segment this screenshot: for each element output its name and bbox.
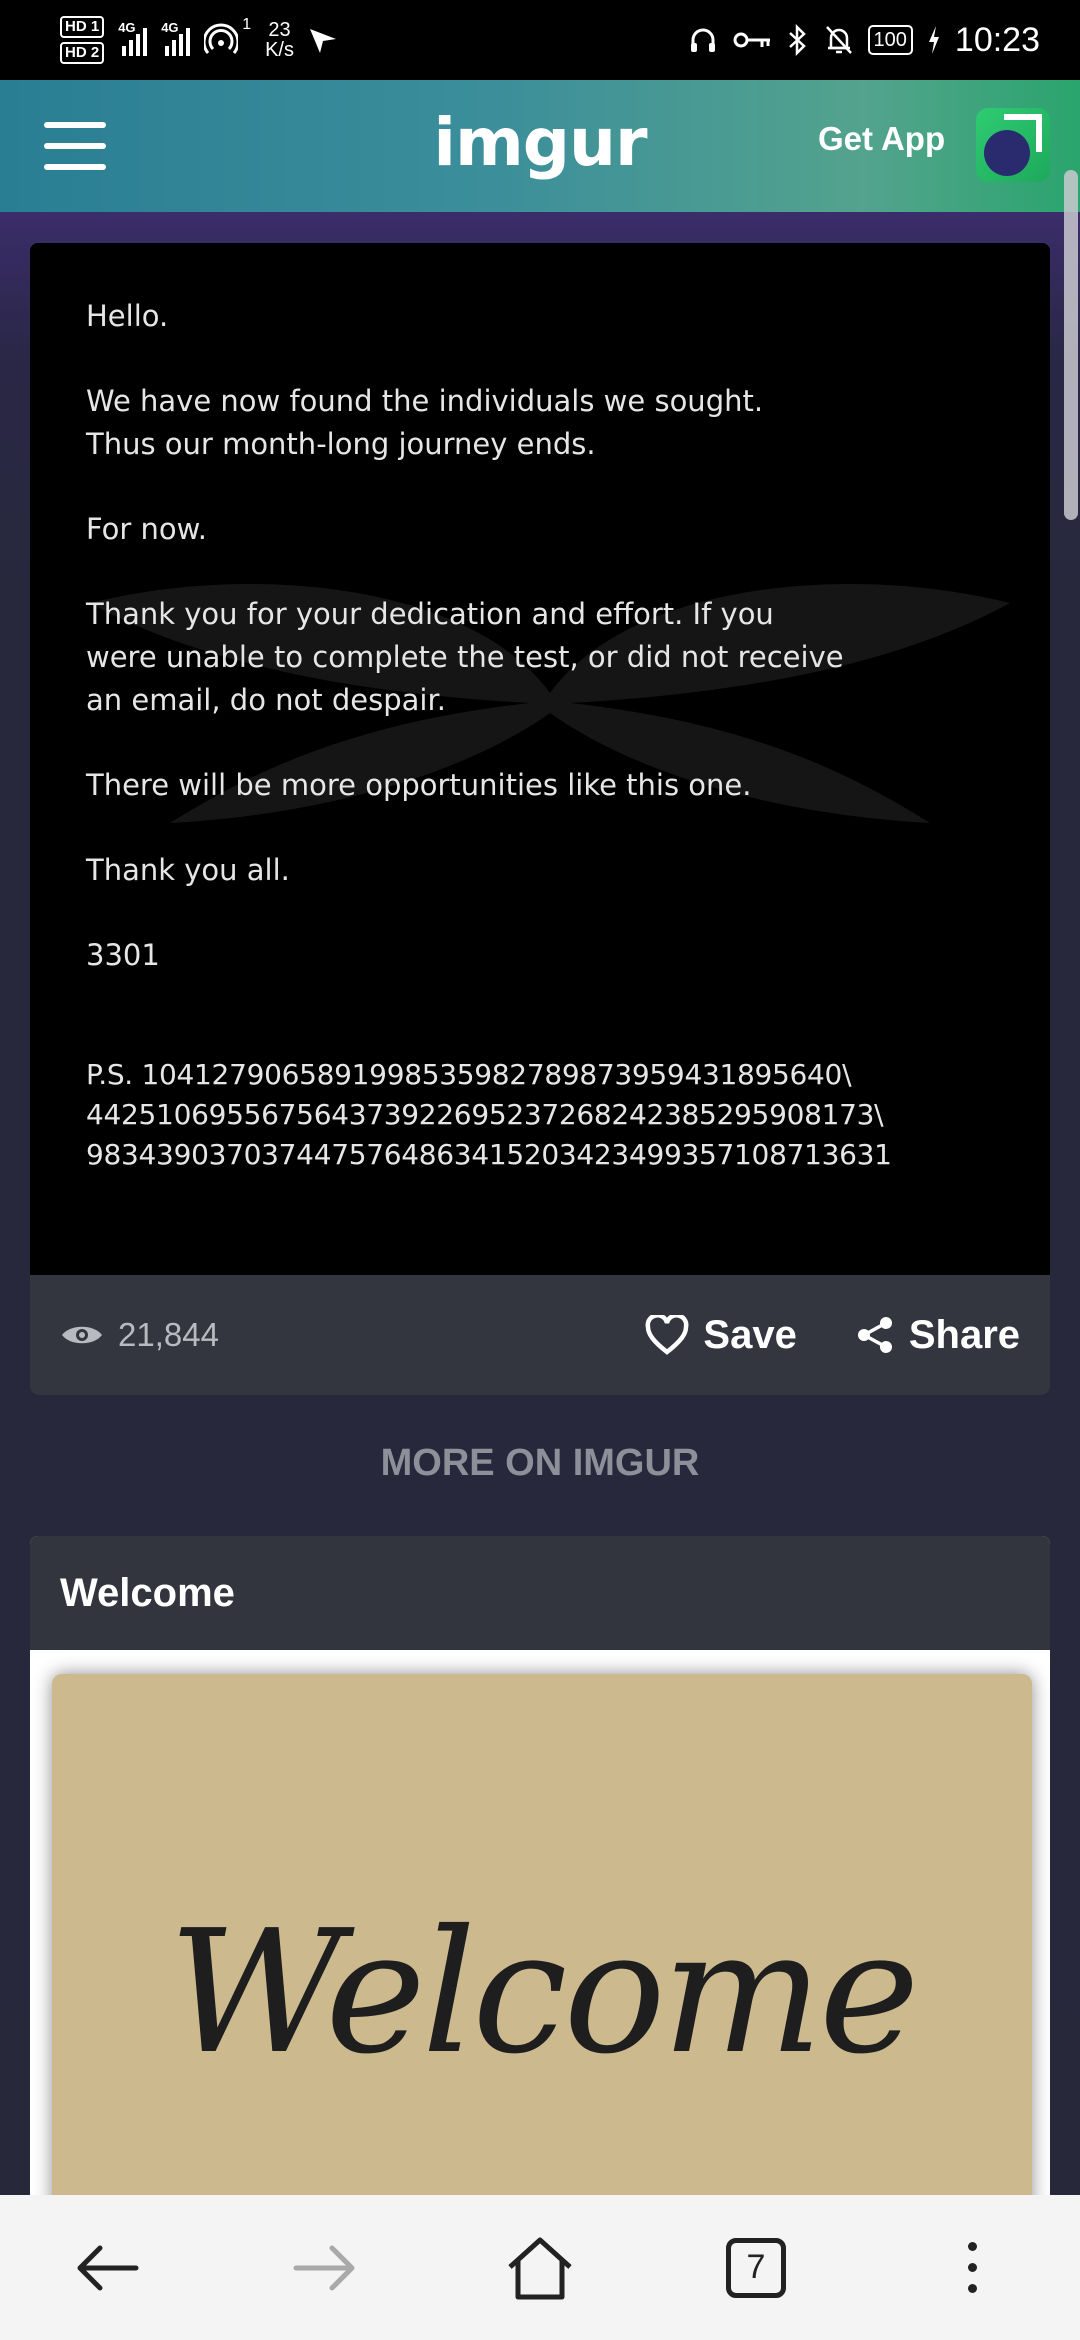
- hotspot-icon: [204, 23, 239, 54]
- letter-thanks: Thank you all.: [86, 853, 290, 887]
- home-button[interactable]: [480, 2208, 600, 2328]
- more-vertical-icon: [967, 2242, 977, 2293]
- app-bar: imgur Get App: [0, 80, 1080, 212]
- hotspot-count: 1: [242, 16, 252, 33]
- post-card: Hello. We have now found the individuals…: [30, 243, 1050, 1395]
- letter-paragraph-2: For now.: [86, 512, 207, 546]
- app-store-icon[interactable]: [976, 108, 1050, 182]
- headphones-icon: [690, 28, 715, 52]
- status-right: 100 10:23: [688, 21, 1040, 60]
- browser-bottom-nav: 7: [0, 2195, 1080, 2340]
- hd1-badge: HD 1: [60, 16, 105, 38]
- tabs-button[interactable]: 7: [696, 2208, 816, 2328]
- view-count-value: 21,844: [118, 1316, 219, 1353]
- letter-paragraph-3: Thank you for your dedication and effort…: [86, 597, 844, 717]
- signal-icon: 4G: [118, 20, 148, 56]
- heart-icon: [645, 1315, 689, 1355]
- forward-button[interactable]: [264, 2208, 384, 2328]
- bell-muted-icon: [825, 26, 852, 54]
- letter-signature: 3301: [86, 938, 160, 972]
- location-arrow-icon: [310, 29, 336, 53]
- letter-paragraph-1: We have now found the individuals we sou…: [86, 384, 764, 461]
- back-button[interactable]: [48, 2208, 168, 2328]
- bluetooth-icon: [788, 24, 806, 56]
- post-actions: Save Share: [645, 1313, 1020, 1358]
- more-on-imgur-heading: MORE ON IMGUR: [380, 1442, 700, 1484]
- forward-arrow-icon: [293, 2245, 355, 2290]
- status-left: HD 1 HD 2 4G 4G 1 23 K/s: [60, 16, 338, 64]
- scrollbar[interactable]: [1064, 170, 1078, 520]
- signal-icon-2: 4G: [161, 20, 191, 56]
- next-post-title: Welcome: [30, 1536, 1050, 1650]
- letter-postscript: P.S. 10412790658919985359827898739594318…: [86, 1058, 892, 1171]
- save-button[interactable]: Save: [645, 1312, 797, 1358]
- status-bar: HD 1 HD 2 4G 4G 1 23 K/s 100 10:23: [0, 0, 1080, 80]
- hd2-badge: HD 2: [60, 42, 105, 64]
- back-arrow-icon: [77, 2245, 139, 2290]
- battery-indicator: 100: [867, 25, 913, 55]
- post-footer: 21,844 Save Share: [30, 1275, 1050, 1395]
- doormat-text: Welcome: [168, 1894, 919, 2092]
- network-speed: 23 K/s: [265, 19, 294, 61]
- tab-count: 7: [726, 2237, 786, 2298]
- eye-icon: [62, 1326, 102, 1344]
- next-post-card[interactable]: Welcome Welcome: [30, 1536, 1050, 2200]
- charging-icon: [928, 26, 939, 54]
- post-image[interactable]: Hello. We have now found the individuals…: [30, 243, 1050, 1275]
- hd-indicators: HD 1 HD 2: [60, 16, 105, 64]
- view-count: 21,844: [60, 1316, 219, 1354]
- letter-greeting: Hello.: [86, 299, 169, 333]
- vpn-key-icon: [733, 32, 770, 48]
- more-options-button[interactable]: [912, 2208, 1032, 2328]
- share-button[interactable]: Share: [855, 1313, 1020, 1358]
- home-icon: [508, 2237, 572, 2299]
- letter-paragraph-4: There will be more opportunities like th…: [86, 768, 752, 802]
- get-app-button[interactable]: Get App: [818, 120, 945, 158]
- save-label: Save: [703, 1312, 797, 1357]
- doormat-image: Welcome: [52, 1674, 1032, 2200]
- clock: 10:23: [954, 20, 1040, 59]
- share-icon: [857, 1317, 892, 1353]
- share-label: Share: [908, 1312, 1020, 1357]
